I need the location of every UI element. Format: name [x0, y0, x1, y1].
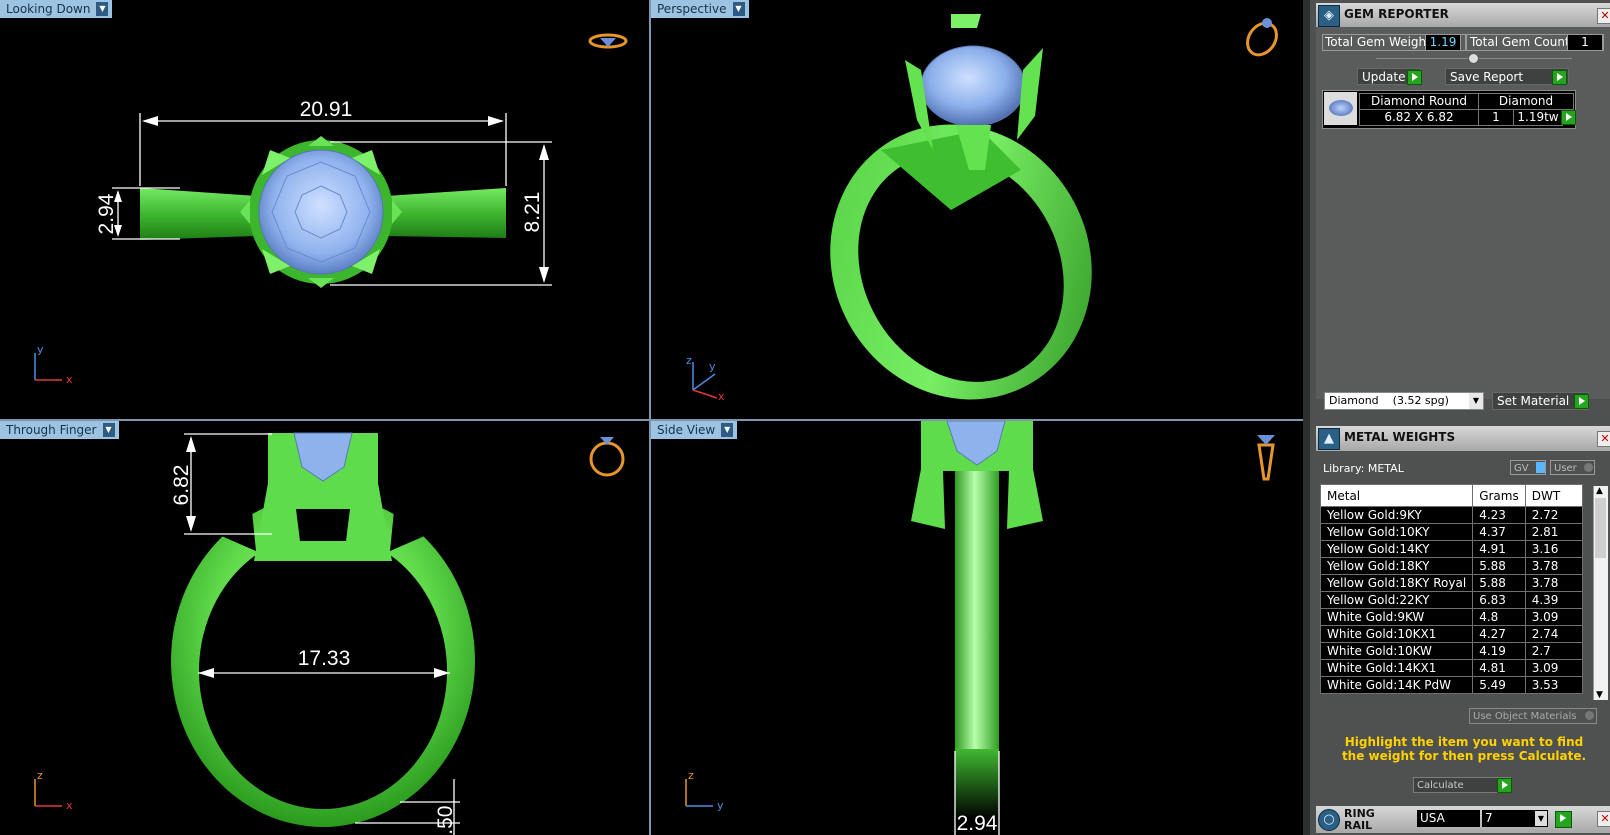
- axis-x-label: x: [66, 799, 73, 812]
- col-grams[interactable]: Grams: [1472, 484, 1526, 507]
- ring-rail-icon: ○: [1318, 809, 1340, 831]
- table-row[interactable]: Yellow Gold:14KY 4.91 3.16: [1320, 540, 1583, 558]
- chevron-down-icon[interactable]: ▼: [732, 2, 745, 16]
- gem-reporter-icon: ◈: [1318, 5, 1340, 27]
- splitter-handle[interactable]: [1468, 53, 1479, 64]
- axis-x-label: x: [66, 373, 73, 386]
- chevron-down-icon[interactable]: ▼: [1535, 811, 1547, 826]
- axis-y-label: y: [717, 799, 724, 812]
- perspective-render: z y x: [686, 14, 1283, 403]
- view-cube-icon[interactable]: [588, 33, 628, 49]
- viewport-side-view[interactable]: 2.94 z y Side View ▼: [651, 421, 1303, 835]
- gem-type: Diamond: [1478, 93, 1574, 110]
- use-object-materials-indicator: [1585, 711, 1594, 720]
- col-dwt[interactable]: DWT: [1524, 484, 1583, 507]
- view-cube-icon[interactable]: [1257, 435, 1275, 481]
- diamond-icon: [1324, 92, 1357, 125]
- table-row[interactable]: White Gold:9KW 4.8 3.09: [1320, 608, 1583, 626]
- side-panel: ◈ GEM REPORTER ✕ Total Gem Weight 1.19 T…: [1303, 0, 1610, 835]
- scroll-up-icon[interactable]: ▲: [1596, 486, 1603, 496]
- table-scrollbar[interactable]: ▲ ▼: [1593, 486, 1608, 700]
- table-row[interactable]: White Gold:14KX1 4.81 3.09: [1320, 659, 1583, 677]
- library-label: Library: METAL: [1323, 462, 1404, 475]
- gem-shape: Diamond Round: [1359, 93, 1479, 110]
- table-row[interactable]: Yellow Gold:22KY 6.83 4.39: [1320, 591, 1583, 609]
- table-row[interactable]: Yellow Gold:9KY 4.23 2.72: [1320, 506, 1583, 524]
- viewport-perspective[interactable]: z y x Perspective ▼: [651, 0, 1303, 419]
- side-view-render: 2.94 z y: [685, 421, 1275, 835]
- axis-z-label: z: [37, 769, 43, 782]
- gem-reporter-header: ◈ GEM REPORTER ✕: [1316, 3, 1610, 27]
- metal-weights-header: ▲ METAL WEIGHTS ✕: [1316, 426, 1610, 451]
- viewport-through-finger[interactable]: 6.82 17.33 1.50 z x Through Finger ▼: [0, 421, 649, 835]
- material-select[interactable]: Diamond (3.52 spg): [1324, 392, 1484, 410]
- view-cube-icon[interactable]: [589, 437, 625, 477]
- dim-band-label: 2.94: [95, 193, 118, 234]
- total-gem-weight-value: 1.19: [1425, 34, 1461, 51]
- save-report-play-icon[interactable]: [1552, 70, 1567, 85]
- chevron-down-icon[interactable]: ▼: [102, 423, 115, 437]
- metal-weights-table: Metal Grams DWT Yellow Gold:9KY 4.23 2.72 …: [1320, 484, 1583, 694]
- viewport-label-side-view[interactable]: Side View ▼: [651, 421, 738, 439]
- close-icon[interactable]: ✕: [1597, 811, 1610, 827]
- axis-x-label: x: [718, 390, 725, 403]
- update-play-icon[interactable]: [1407, 70, 1422, 85]
- scroll-down-icon[interactable]: ▼: [1596, 690, 1603, 700]
- dim-band-label: 2.94: [957, 812, 998, 835]
- ring-rail-play-icon[interactable]: [1555, 811, 1572, 828]
- table-header-row: Metal Grams DWT: [1320, 484, 1583, 507]
- use-object-materials-toggle[interactable]: Use Object Materials: [1469, 708, 1597, 724]
- set-material-play-icon[interactable]: [1574, 394, 1589, 409]
- viewport-label-through-finger[interactable]: Through Finger ▼: [0, 421, 119, 439]
- chevron-down-icon[interactable]: ▼: [721, 423, 734, 437]
- gem-count: 1: [1478, 109, 1514, 126]
- dim-width-label: 20.91: [300, 98, 353, 121]
- ring-rail-title: RING RAIL: [1344, 807, 1375, 832]
- metal-weights-icon: ▲: [1318, 428, 1340, 450]
- country-select[interactable]: USA: [1417, 810, 1480, 827]
- gem-detail-play-icon[interactable]: [1561, 110, 1576, 125]
- table-row[interactable]: Yellow Gold:18KY Royal 5.88 3.78: [1320, 574, 1583, 592]
- axis-z-label: z: [686, 354, 692, 367]
- dim-thickness-label: 1.50: [434, 806, 457, 835]
- looking-down-render: 20.91 8.21 2.94 y x: [34, 33, 628, 386]
- user-indicator: [1584, 463, 1593, 472]
- col-metal[interactable]: Metal: [1320, 484, 1474, 507]
- gv-indicator: [1536, 462, 1545, 473]
- viewport-divider-vertical[interactable]: [649, 0, 651, 835]
- close-icon[interactable]: ✕: [1597, 8, 1610, 24]
- dim-height-label: 8.21: [521, 192, 544, 233]
- dim-inner-label: 17.33: [298, 647, 351, 670]
- total-gem-count-value: 1: [1567, 34, 1603, 51]
- table-row[interactable]: Yellow Gold:18KY 5.88 3.78: [1320, 557, 1583, 575]
- calculate-instructions: Highlight the item you want to find the …: [1341, 735, 1587, 763]
- viewport-label-looking-down[interactable]: Looking Down ▼: [0, 0, 113, 18]
- viewport-label-perspective[interactable]: Perspective ▼: [651, 0, 749, 18]
- chevron-down-icon[interactable]: ▼: [1469, 393, 1483, 409]
- table-row[interactable]: White Gold:14K PdW 5.49 3.53: [1320, 676, 1583, 694]
- dim-stone-label: 6.82: [170, 465, 193, 506]
- scrollbar-thumb[interactable]: [1595, 498, 1606, 558]
- metal-weights-table-viewport: Metal Grams DWT Yellow Gold:9KY 4.23 2.72 …: [1320, 484, 1593, 700]
- gem-list-item[interactable]: Diamond Round Diamond 6.82 X 6.82 1 1.19…: [1322, 90, 1576, 129]
- table-row[interactable]: White Gold:10KW 4.19 2.7: [1320, 642, 1583, 660]
- chevron-down-icon[interactable]: ▼: [96, 2, 109, 16]
- axis-z-label: z: [688, 769, 694, 782]
- metal-weights-title: METAL WEIGHTS: [1344, 430, 1456, 444]
- calculate-play-icon[interactable]: [1497, 778, 1512, 793]
- save-report-button[interactable]: Save Report: [1445, 68, 1569, 85]
- viewport-divider-horizontal[interactable]: [0, 419, 1303, 421]
- gem-reporter-title: GEM REPORTER: [1344, 7, 1449, 21]
- gem-weight: 1.19tw: [1513, 109, 1563, 126]
- table-row[interactable]: White Gold:10KX1 4.27 2.74: [1320, 625, 1583, 643]
- through-finger-render: 6.82 17.33 1.50 z x: [34, 432, 625, 835]
- view-cube-icon[interactable]: [1242, 18, 1283, 61]
- table-row[interactable]: Yellow Gold:10KY 4.37 2.81: [1320, 523, 1583, 541]
- viewport-looking-down[interactable]: 20.91 8.21 2.94 y x Looking Down ▼: [0, 0, 649, 419]
- close-icon[interactable]: ✕: [1597, 431, 1610, 447]
- axis-y-label: y: [37, 343, 44, 356]
- gem-size: 6.82 X 6.82: [1359, 109, 1479, 126]
- axis-y-label: y: [709, 360, 716, 373]
